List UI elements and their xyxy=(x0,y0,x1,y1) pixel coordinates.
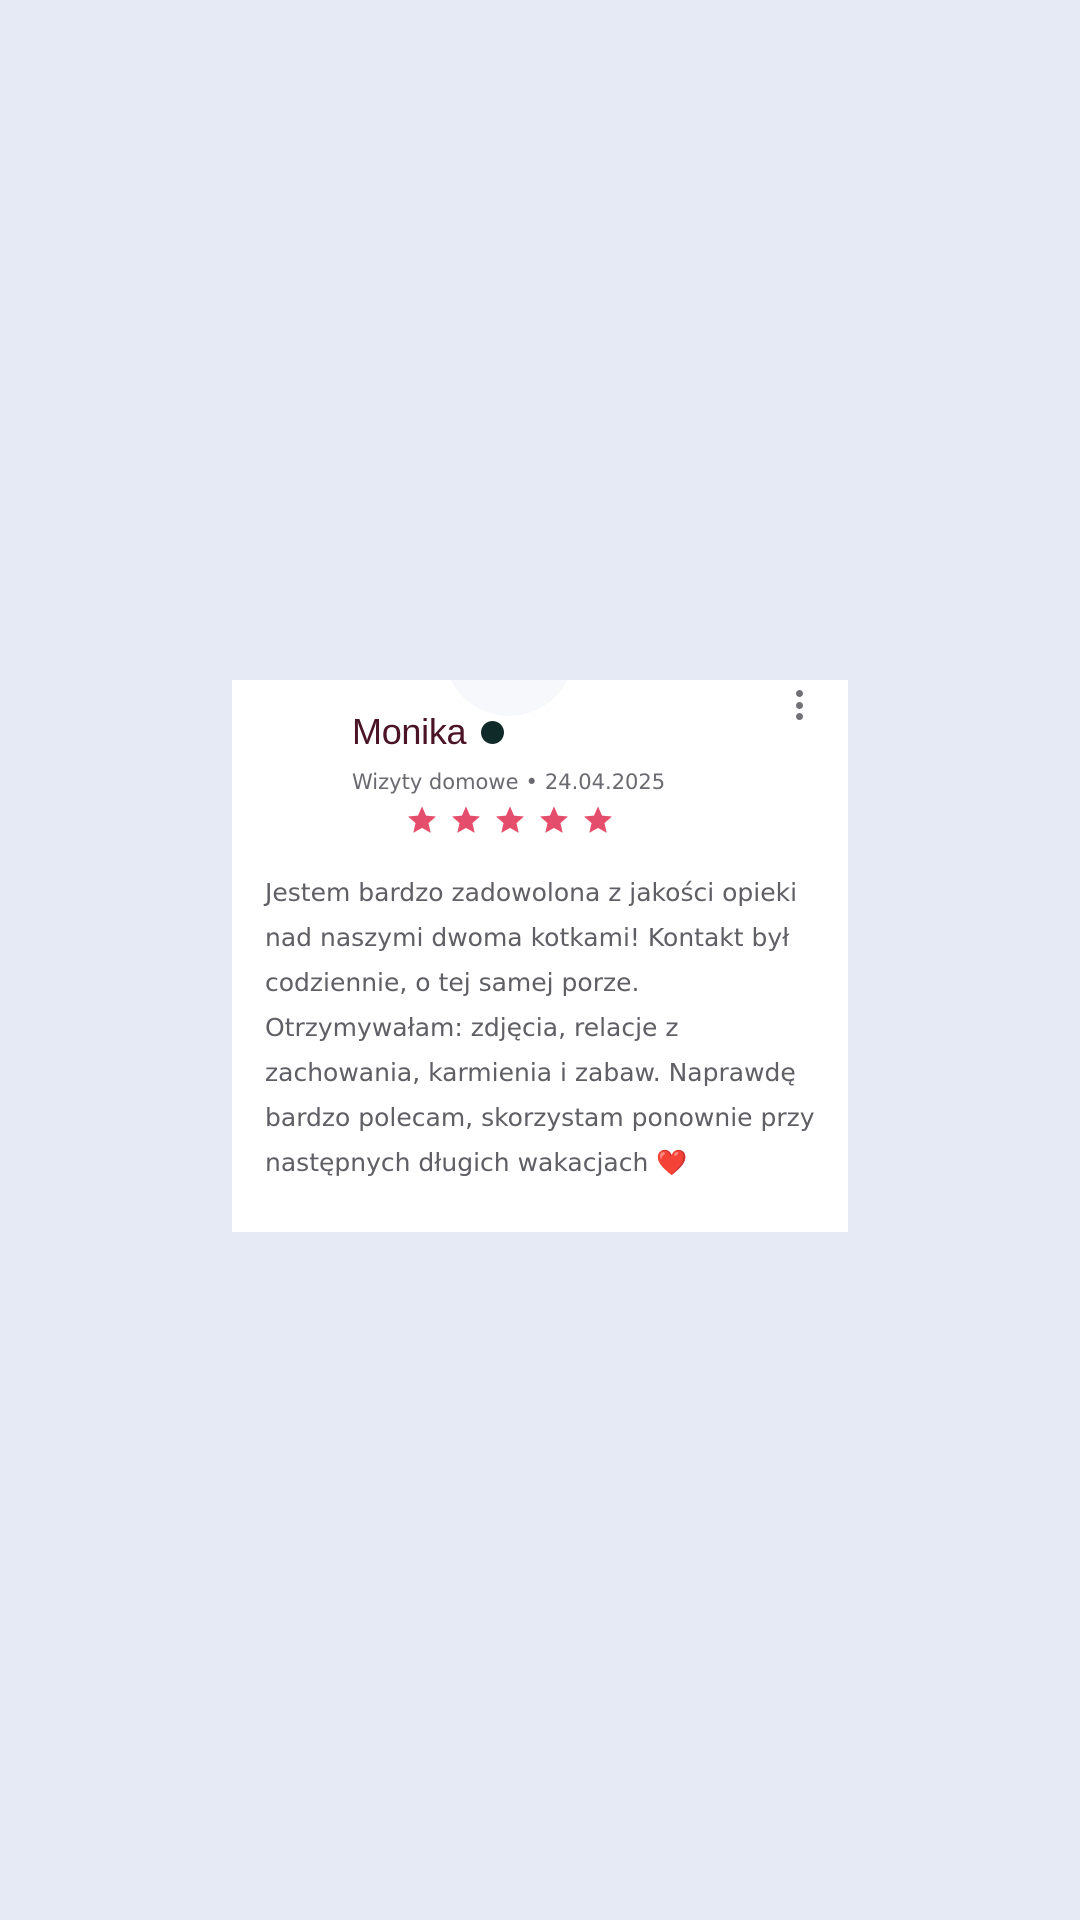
review-text: Jestem bardzo zadowolona z jakości opiek… xyxy=(265,870,835,1185)
more-options-button[interactable] xyxy=(790,690,808,720)
service-type: Wizyty domowe xyxy=(352,770,519,794)
star-icon xyxy=(450,804,482,836)
heart-emoji: ❤️ xyxy=(656,1148,688,1177)
review-card: Monika Wizyty domowe • 24.04.2025 Jestem… xyxy=(232,680,848,1232)
more-vertical-icon-dot xyxy=(795,701,803,709)
star-icon xyxy=(582,804,614,836)
meta-separator: • xyxy=(525,770,538,794)
star-icon xyxy=(494,804,526,836)
review-date: 24.04.2025 xyxy=(544,770,666,794)
status-dot-icon xyxy=(481,720,505,744)
star-icon xyxy=(538,804,570,836)
more-vertical-icon-dot xyxy=(795,713,803,720)
reviewer-name: Monika xyxy=(352,711,467,752)
star-rating xyxy=(406,804,626,836)
more-vertical-icon xyxy=(795,690,803,697)
star-icon xyxy=(406,804,438,836)
reviewer-header: Monika xyxy=(352,711,505,752)
review-meta: Wizyty domowe • 24.04.2025 xyxy=(352,770,665,794)
review-body: Jestem bardzo zadowolona z jakości opiek… xyxy=(265,878,815,1177)
